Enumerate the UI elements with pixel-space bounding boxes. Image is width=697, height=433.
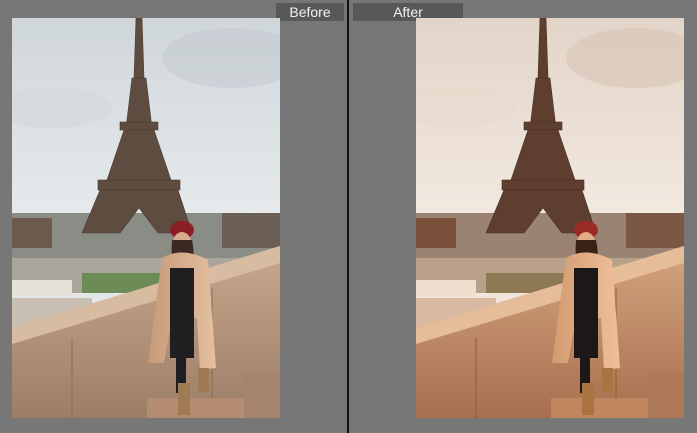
compare-divider[interactable] [347, 0, 349, 433]
after-photo [416, 18, 684, 418]
before-label: Before [276, 3, 344, 21]
before-photo-image [12, 18, 280, 418]
before-photo [12, 18, 280, 418]
after-photo-image [416, 18, 684, 418]
